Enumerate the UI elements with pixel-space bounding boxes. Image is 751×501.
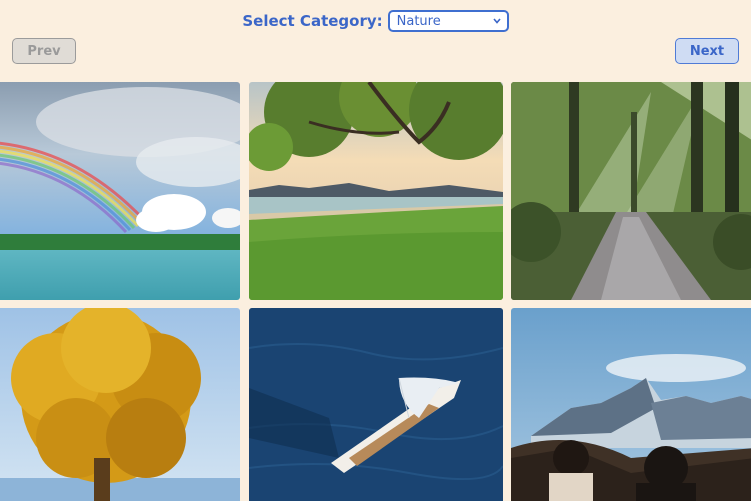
prev-button[interactable]: Prev: [12, 38, 76, 64]
gallery-image-autumn-tree[interactable]: [0, 308, 240, 501]
gallery-image-rainbow-lake[interactable]: [0, 82, 240, 300]
gallery-image-forest-path[interactable]: [511, 82, 751, 300]
gallery-image-beach-tree[interactable]: [249, 82, 503, 300]
category-select-value: Nature: [396, 14, 441, 29]
gallery-image-mountains[interactable]: [511, 308, 751, 501]
category-selector-bar: Select Category: Nature: [0, 8, 751, 34]
category-select[interactable]: Nature: [387, 10, 509, 32]
gallery-page: Select Category: Nature Prev Next: [0, 0, 751, 501]
next-button[interactable]: Next: [675, 38, 739, 64]
chevron-down-icon: [493, 18, 501, 24]
gallery-image-sailboat[interactable]: [249, 308, 503, 501]
category-label: Select Category:: [242, 12, 383, 30]
